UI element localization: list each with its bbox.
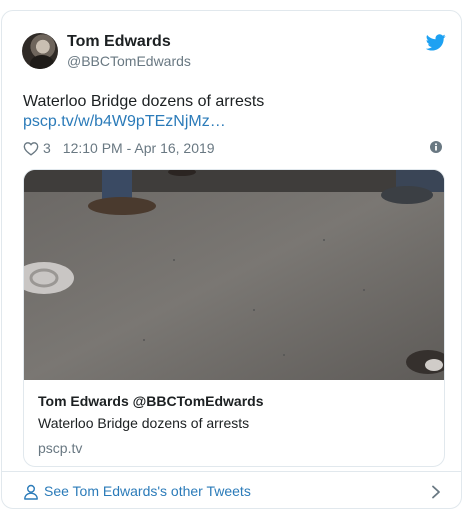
tweet-embed-card: Tom Edwards @BBCTomEdwards Waterloo Brid… — [1, 10, 462, 509]
like-count[interactable]: 3 — [43, 140, 51, 156]
tweet-timestamp[interactable]: 12:10 PM - Apr 16, 2019 — [63, 140, 215, 156]
info-icon[interactable] — [430, 141, 442, 153]
heart-icon[interactable] — [23, 141, 39, 156]
twitter-bird-icon[interactable] — [426, 34, 446, 51]
other-tweets-label[interactable]: See Tom Edwards's other Tweets — [44, 482, 251, 500]
tweet-meta: 3 12:10 PM - Apr 16, 2019 — [23, 138, 215, 158]
chevron-right-icon[interactable] — [430, 485, 442, 499]
card-domain: pscp.tv — [38, 440, 83, 456]
author-name[interactable]: Tom Edwards — [67, 32, 171, 52]
card-title: Tom Edwards @BBCTomEdwards — [38, 393, 264, 409]
link-preview-card[interactable]: Tom Edwards @BBCTomEdwards Waterloo Brid… — [23, 169, 445, 467]
avatar[interactable] — [22, 33, 58, 69]
card-description: Waterloo Bridge dozens of arrests — [38, 415, 250, 431]
other-tweets-link[interactable]: See Tom Edwards's other Tweets — [2, 471, 461, 509]
video-thumbnail — [24, 170, 444, 380]
tweet-link[interactable]: pscp.tv/w/b4W9pTEzNjMz… — [23, 112, 226, 132]
person-icon — [24, 484, 38, 500]
tweet-text: Waterloo Bridge dozens of arrests — [23, 93, 265, 110]
author-handle[interactable]: @BBCTomEdwards — [67, 52, 191, 70]
